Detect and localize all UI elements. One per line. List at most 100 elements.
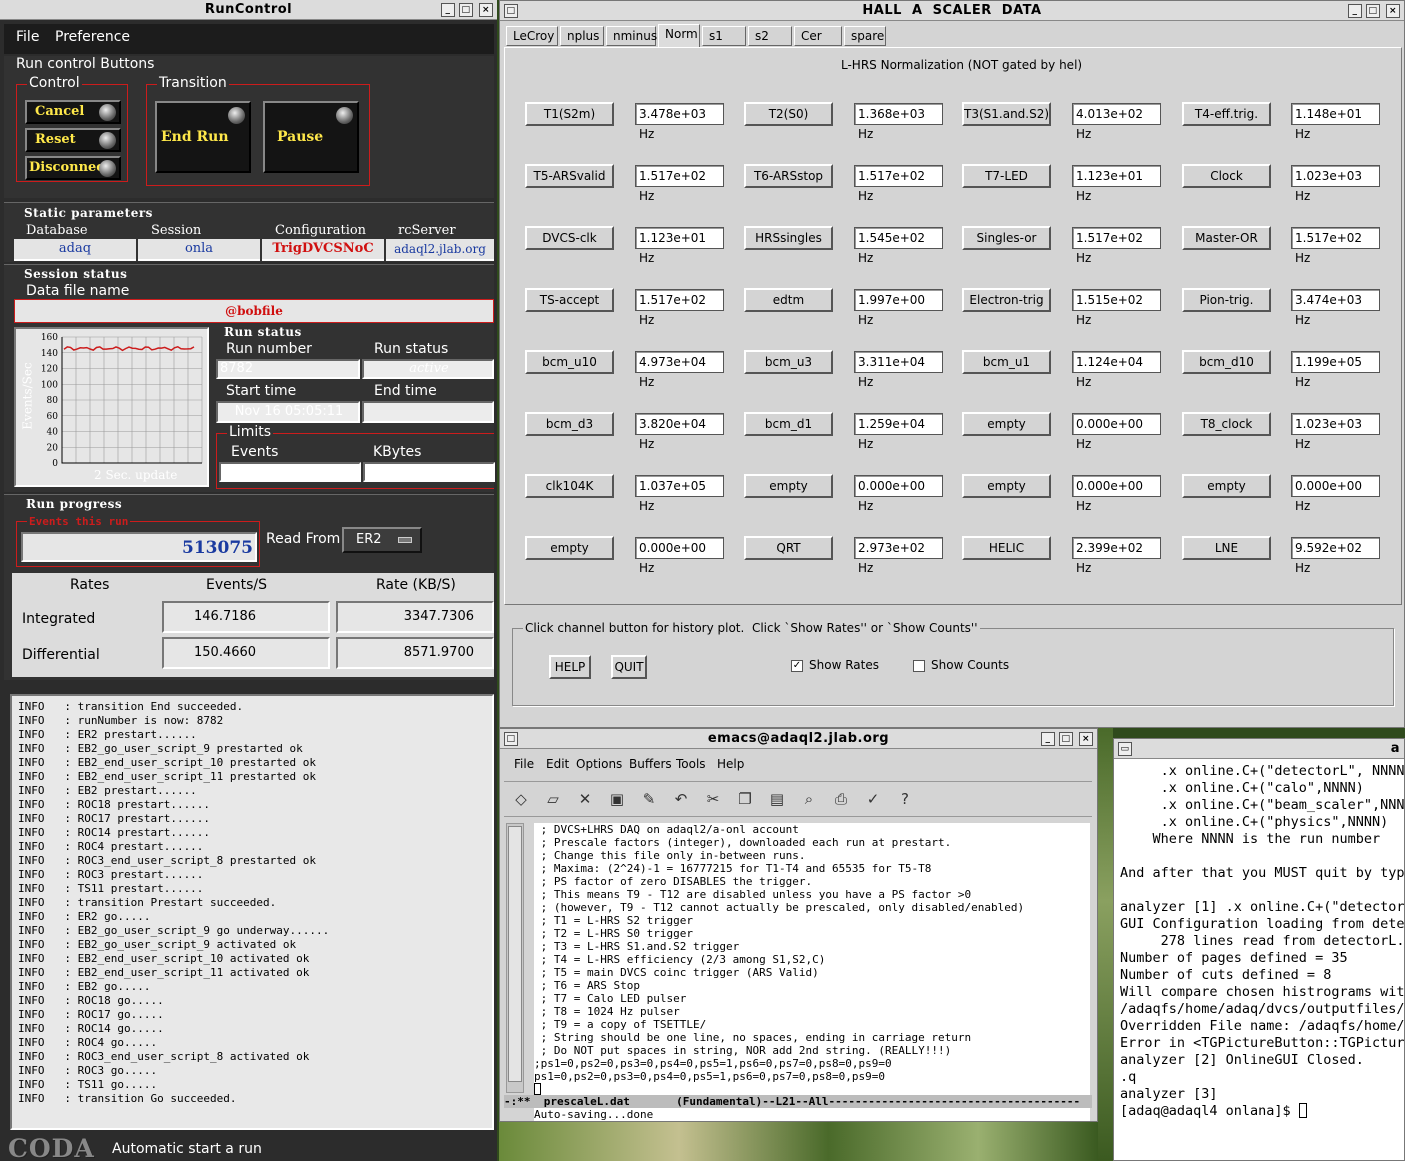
channel-button[interactable]: clk104K <box>525 474 614 498</box>
close-buffer-icon[interactable]: ✕ <box>574 788 596 810</box>
emacs-titlebar[interactable]: □ emacs@adaql2.jlab.org _ □ × <box>500 729 1097 749</box>
emacs-menu-buffers[interactable]: Buffers <box>629 757 672 771</box>
channel-button[interactable]: HELIC <box>962 536 1051 560</box>
new-file-icon[interactable]: ◇ <box>510 788 532 810</box>
channel-button[interactable]: empty <box>962 412 1051 436</box>
channel-button[interactable]: bcm_u10 <box>525 350 614 374</box>
channel-button[interactable]: Master-OR <box>1182 226 1271 250</box>
minimize-icon[interactable]: _ <box>1348 4 1362 18</box>
tab-nplus[interactable]: nplus <box>560 26 604 46</box>
emacs-menu-file[interactable]: File <box>514 757 534 771</box>
save-icon[interactable]: ▣ <box>606 788 628 810</box>
menu-file[interactable]: File <box>16 29 39 45</box>
channel-button[interactable]: edtm <box>744 288 833 312</box>
channel-button[interactable]: LNE <box>1182 536 1271 560</box>
scrollbar-thumb[interactable] <box>508 826 522 1082</box>
runcontrol-titlebar[interactable]: RunControl _ □ × <box>0 0 497 20</box>
print-icon[interactable]: ⎙ <box>830 788 852 810</box>
channel-button[interactable]: T1(S2m) <box>525 102 614 126</box>
kbytes-limit-input[interactable]: 0 <box>363 462 495 482</box>
channel-button[interactable]: HRSsingles <box>744 226 833 250</box>
channel-button[interactable]: Electron-trig <box>962 288 1051 312</box>
reset-button[interactable]: Reset <box>25 128 121 152</box>
cancel-button[interactable]: Cancel <box>25 100 121 124</box>
buffer-line: ; This means T9 - T12 are disabled unles… <box>534 888 972 901</box>
channel-button[interactable]: T8_clock <box>1182 412 1271 436</box>
tab-nminus[interactable]: nminus <box>606 26 657 46</box>
tab-lecroy[interactable]: LeCroy <box>506 26 558 46</box>
show-rates-checkbox[interactable]: ✓ <box>791 660 803 672</box>
channel-button[interactable]: bcm_u1 <box>962 350 1051 374</box>
channel-button[interactable]: QRT <box>744 536 833 560</box>
channel-button[interactable]: Singles-or <box>962 226 1051 250</box>
channel-value: 1.368e+03 Hz <box>854 103 943 141</box>
emacs-scrollbar[interactable] <box>506 823 524 1093</box>
minimize-icon[interactable]: _ <box>1041 732 1055 746</box>
channel-button[interactable]: empty <box>525 536 614 560</box>
channel-button[interactable]: T5-ARSvalid <box>525 164 614 188</box>
minimize-icon[interactable]: _ <box>441 3 455 17</box>
window-menu-icon[interactable]: □ <box>504 4 518 18</box>
show-counts-checkbox[interactable] <box>913 660 925 672</box>
window-menu-icon[interactable]: ▭ <box>1118 742 1132 756</box>
emacs-menu-options[interactable]: Options <box>576 757 622 771</box>
emacs-menu-edit[interactable]: Edit <box>546 757 569 771</box>
copy-icon[interactable]: ❐ <box>734 788 756 810</box>
events-limit-input[interactable]: 0 <box>219 462 361 482</box>
open-folder-icon[interactable]: ▱ <box>542 788 564 810</box>
tab-s1[interactable]: s1 <box>702 26 746 46</box>
static-parameters-panel: Static parameters Database Session Confi… <box>4 202 494 262</box>
channel-value: 1.023e+03 Hz <box>1291 165 1380 203</box>
channel-button[interactable]: Clock <box>1182 164 1271 188</box>
emacs-menu-tools[interactable]: Tools <box>676 757 706 771</box>
close-icon[interactable]: × <box>1386 4 1400 18</box>
channel-button[interactable]: bcm_d1 <box>744 412 833 436</box>
help-icon[interactable]: ? <box>894 788 916 810</box>
message-log[interactable]: INFO : transition End succeeded. INFO : r… <box>10 694 494 1130</box>
scaler-titlebar[interactable]: □ HALL A SCALER DATA _ □ × <box>500 1 1404 21</box>
close-icon[interactable]: × <box>479 3 493 17</box>
terminal-line: .x online.C+("beam_scaler",NNNN) <box>1120 797 1405 813</box>
maximize-icon[interactable]: □ <box>1059 732 1073 746</box>
emacs-buffer[interactable]: ; DVCS+LHRS DAQ on adaql2/a-onl account … <box>534 823 1090 1121</box>
channel-button[interactable]: T2(S0) <box>744 102 833 126</box>
channel-button[interactable]: empty <box>1182 474 1271 498</box>
tab-cer[interactable]: Cer <box>794 26 842 46</box>
undo-icon[interactable]: ↶ <box>670 788 692 810</box>
window-menu-icon[interactable]: □ <box>504 732 518 746</box>
channel-button[interactable]: empty <box>744 474 833 498</box>
channel-button[interactable]: T7-LED <box>962 164 1051 188</box>
help-button[interactable]: HELP <box>549 655 591 679</box>
channel-button[interactable]: T4-eff.trig. <box>1182 102 1271 126</box>
cut-icon[interactable]: ✂ <box>702 788 724 810</box>
channel-button[interactable]: DVCS-clk <box>525 226 614 250</box>
end-run-button[interactable]: End Run <box>155 101 251 173</box>
emacs-menu-help[interactable]: Help <box>717 757 744 771</box>
maximize-icon[interactable]: □ <box>459 3 473 17</box>
close-icon[interactable]: × <box>1079 732 1093 746</box>
channel-button[interactable]: bcm_d10 <box>1182 350 1271 374</box>
disconnect-button[interactable]: Disconnect <box>25 156 121 180</box>
tab-norm[interactable]: Norm <box>658 24 700 48</box>
paste-icon[interactable]: ▤ <box>766 788 788 810</box>
maximize-icon[interactable]: □ <box>1366 4 1380 18</box>
pause-button[interactable]: Pause <box>263 101 359 173</box>
channel-button[interactable]: T3(S1.and.S2) <box>962 102 1051 126</box>
tab-spare[interactable]: spare <box>844 26 886 46</box>
terminal-titlebar[interactable]: ▭ a <box>1114 739 1404 759</box>
search-icon[interactable]: ⌕ <box>798 788 820 810</box>
terminal-output[interactable]: .x online.C+("detectorL", NNNN) .x onlin… <box>1120 763 1405 1120</box>
read-from-select[interactable]: ER2 <box>342 527 422 553</box>
channel-button[interactable]: bcm_u3 <box>744 350 833 374</box>
log-line: INFO : transition Go succeeded. <box>18 1092 237 1105</box>
channel-button[interactable]: T6-ARSstop <box>744 164 833 188</box>
channel-button[interactable]: Pion-trig. <box>1182 288 1271 312</box>
quit-button[interactable]: QUIT <box>611 655 647 679</box>
menu-preference[interactable]: Preference <box>55 29 130 45</box>
save-as-icon[interactable]: ✎ <box>638 788 660 810</box>
channel-button[interactable]: TS-accept <box>525 288 614 312</box>
channel-button[interactable]: bcm_d3 <box>525 412 614 436</box>
preferences-icon[interactable]: ✓ <box>862 788 884 810</box>
tab-s2[interactable]: s2 <box>748 26 792 46</box>
channel-button[interactable]: empty <box>962 474 1051 498</box>
